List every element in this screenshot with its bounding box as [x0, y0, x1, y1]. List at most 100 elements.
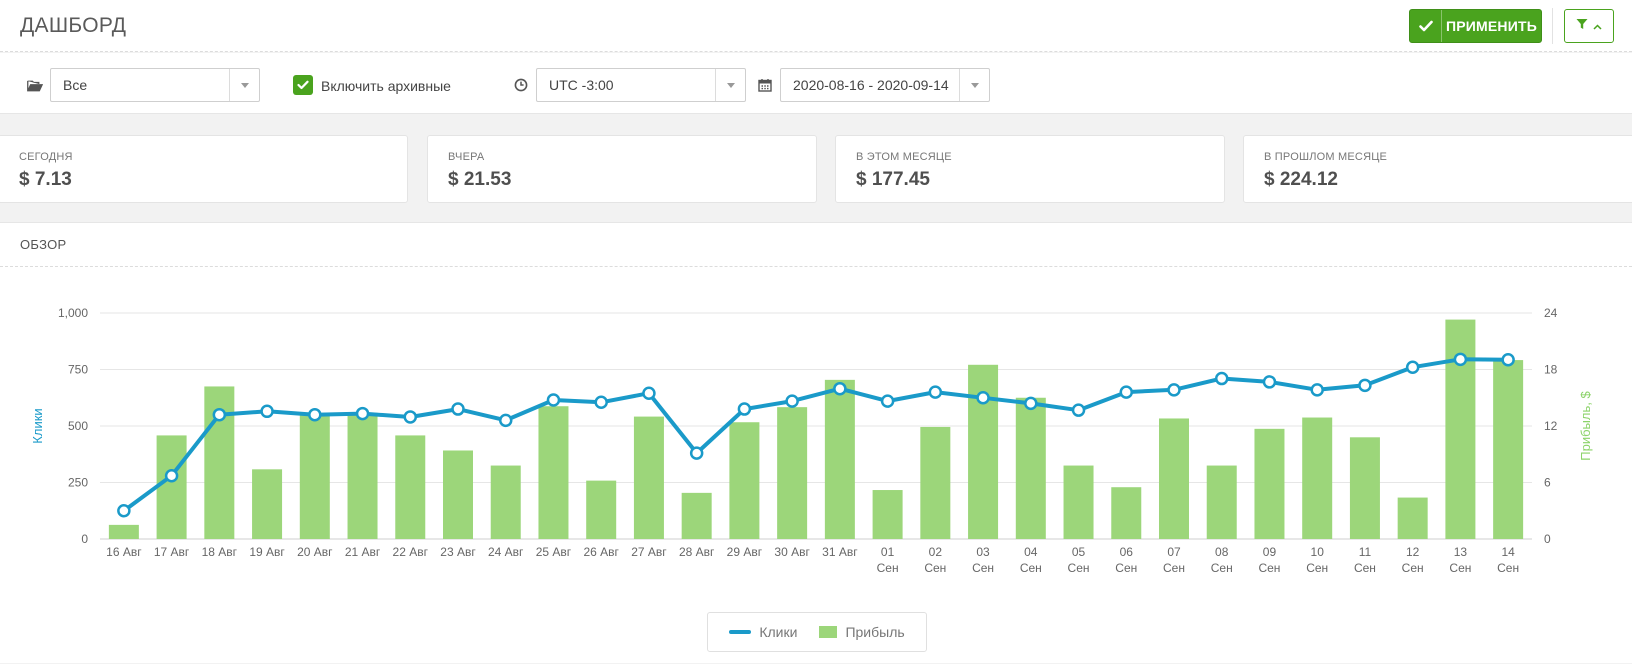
- point-clicks: [594, 395, 608, 410]
- point-clicks: [737, 402, 752, 416]
- chevron-up-icon: [1593, 17, 1602, 35]
- stat-value: $ 224.12: [1264, 169, 1338, 190]
- point-clicks: [403, 410, 418, 424]
- y-left-tick-label: 750: [68, 363, 88, 377]
- stat-card-today: СЕГОДНЯ $ 7.13: [0, 135, 408, 203]
- x-tick-label: 30 Авг: [774, 545, 810, 559]
- x-tick-label: 26 Авг: [583, 545, 619, 559]
- calendar-icon: [756, 76, 774, 94]
- filter-toggle-button[interactable]: [1564, 9, 1614, 43]
- x-tick-label: 22 Авг: [393, 545, 429, 559]
- bar-profit: [968, 364, 999, 539]
- x-tick-label: Сен: [1068, 561, 1090, 575]
- x-tick-label: 05: [1072, 545, 1086, 559]
- x-tick-label: 21 Авг: [345, 545, 381, 559]
- x-tick-label: Сен: [924, 561, 946, 575]
- x-tick-label: 29 Авг: [727, 545, 763, 559]
- x-tick-label: 11: [1359, 545, 1372, 559]
- x-tick-label: 17 Авг: [154, 545, 190, 559]
- x-tick-label: Сен: [1354, 561, 1376, 575]
- x-tick-label: 12: [1406, 545, 1420, 559]
- stat-card-yesterday: ВЧЕРА $ 21.53: [427, 135, 817, 203]
- bar-profit: [1397, 497, 1428, 539]
- point-clicks: [498, 413, 513, 428]
- archive-checkbox[interactable]: [293, 75, 313, 95]
- legend-item-clicks[interactable]: Клики: [729, 624, 797, 640]
- bar-profit: [347, 412, 378, 539]
- y-right-tick-label: 24: [1544, 306, 1558, 320]
- folder-select-value: Все: [63, 77, 88, 93]
- stat-caption: В ЭТОМ МЕСЯЦЕ: [856, 151, 952, 163]
- bar-profit: [1445, 319, 1476, 539]
- y-left-axis-label: Клики: [30, 408, 45, 443]
- y-right-tick-label: 12: [1544, 419, 1558, 433]
- x-tick-label: 14: [1501, 545, 1515, 559]
- y-left-tick-label: 1,000: [58, 306, 88, 320]
- point-clicks: [451, 402, 465, 416]
- chart-legend: Клики Прибыль: [707, 612, 927, 652]
- check-icon: [1410, 10, 1442, 42]
- page-header: ДАШБОРД ПРИМЕНИТЬ: [0, 0, 1632, 52]
- x-tick-label: 04: [1024, 545, 1038, 559]
- x-tick-label: 18 Авг: [202, 545, 238, 559]
- stat-value: $ 177.45: [856, 169, 930, 190]
- filter-icon: [1576, 17, 1588, 35]
- point-clicks: [642, 386, 656, 400]
- bar-profit: [299, 413, 330, 539]
- point-clicks: [117, 504, 131, 518]
- point-clicks: [976, 391, 990, 405]
- stat-card-this-month: В ЭТОМ МЕСЯЦЕ $ 177.45: [835, 135, 1225, 203]
- bar-profit: [538, 406, 569, 539]
- legend-bar-swatch: [819, 626, 838, 638]
- x-tick-label: 02: [929, 545, 943, 559]
- legend-label: Прибыль: [845, 624, 905, 640]
- chevron-down-icon: [715, 69, 745, 101]
- x-tick-label: 19 Авг: [249, 545, 285, 559]
- header-divider: [1552, 8, 1553, 44]
- bar-profit: [1111, 487, 1142, 539]
- y-right-tick-label: 18: [1544, 363, 1558, 377]
- date-range-select[interactable]: 2020-08-16 - 2020-09-14: [780, 68, 990, 102]
- folder-select[interactable]: Все: [50, 68, 260, 102]
- bar-profit: [920, 426, 951, 539]
- stat-value: $ 7.13: [19, 169, 72, 190]
- bar-profit: [395, 435, 426, 539]
- x-tick-label: 13: [1454, 545, 1468, 559]
- point-clicks: [1405, 360, 1420, 374]
- timezone-select[interactable]: UTC -3:00: [536, 68, 746, 102]
- stat-caption: СЕГОДНЯ: [19, 151, 73, 163]
- bar-profit: [681, 492, 712, 539]
- x-tick-label: 09: [1263, 545, 1277, 559]
- legend-label: Клики: [759, 624, 798, 640]
- point-clicks: [546, 393, 561, 407]
- x-tick-label: 20 Авг: [297, 545, 333, 559]
- y-right-tick-label: 0: [1544, 532, 1551, 546]
- bar-profit: [872, 490, 903, 539]
- stat-caption: ВЧЕРА: [448, 151, 485, 163]
- chevron-down-icon: [229, 69, 259, 101]
- point-clicks: [1310, 383, 1324, 397]
- bar-profit: [490, 465, 521, 539]
- x-tick-label: 31 Авг: [822, 545, 858, 559]
- y-right-axis-label: Прибыль, $: [1578, 391, 1593, 461]
- x-tick-label: 25 Авг: [536, 545, 572, 559]
- point-clicks: [1071, 403, 1086, 417]
- stat-card-last-month: В ПРОШЛОМ МЕСЯЦЕ $ 224.12: [1243, 135, 1632, 203]
- bar-profit: [1302, 417, 1333, 539]
- x-tick-label: 24 Авг: [488, 545, 524, 559]
- timezone-select-value: UTC -3:00: [549, 77, 614, 93]
- point-clicks: [1119, 385, 1134, 399]
- point-clicks: [689, 446, 704, 460]
- x-tick-label: 10: [1311, 545, 1325, 559]
- y-right-tick-label: 6: [1544, 476, 1551, 490]
- x-tick-label: Сен: [972, 561, 994, 575]
- line-clicks: [121, 357, 1511, 513]
- archive-checkbox-label: Включить архивные: [321, 78, 451, 94]
- x-tick-label: 03: [976, 545, 990, 559]
- legend-item-profit[interactable]: Прибыль: [819, 624, 905, 640]
- x-tick-label: 28 Авг: [679, 545, 715, 559]
- x-tick-label: 23 Авг: [440, 545, 476, 559]
- x-tick-label: 16 Авг: [106, 545, 142, 559]
- apply-button[interactable]: ПРИМЕНИТЬ: [1409, 9, 1542, 43]
- point-clicks: [1024, 396, 1038, 411]
